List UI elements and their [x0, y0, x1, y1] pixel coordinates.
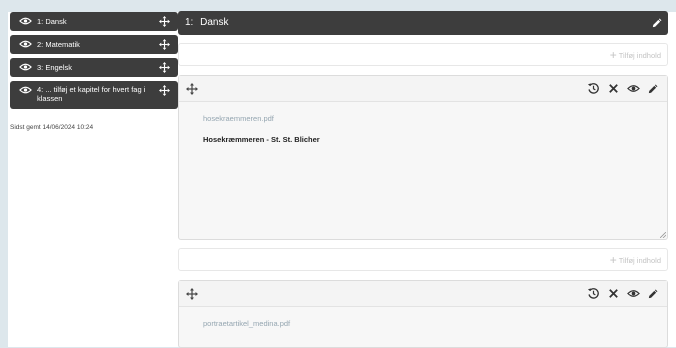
card-body[interactable]: portraetartikel_medina.pdf	[179, 307, 667, 347]
document-title: Hosekræmmeren - St. St. Blicher	[203, 135, 320, 144]
plus-icon: +	[609, 253, 617, 267]
add-content-button[interactable]: + Tilføj indhold	[609, 48, 661, 62]
file-name[interactable]: hosekraemmeren.pdf	[203, 114, 643, 123]
pencil-icon[interactable]	[647, 287, 660, 300]
add-content-label: Tilføj indhold	[618, 50, 661, 60]
card-toolbar	[179, 76, 667, 102]
file-name[interactable]: portraetartikel_medina.pdf	[203, 319, 643, 328]
eye-icon[interactable]	[19, 63, 32, 71]
move-icon[interactable]	[186, 83, 198, 95]
history-icon[interactable]	[587, 82, 600, 95]
chapter-label: 4: ... tilføj et kapitel for hvert fag i…	[37, 85, 146, 103]
eye-icon[interactable]	[19, 86, 32, 94]
history-icon[interactable]	[587, 287, 600, 300]
move-icon[interactable]	[159, 85, 170, 96]
sidebar-chapter-add-hint[interactable]: 4: ... tilføj et kapitel for hvert fag i…	[10, 81, 178, 109]
pencil-icon[interactable]	[651, 18, 662, 29]
chapter-title: Dansk	[200, 17, 229, 28]
content-card: portraetartikel_medina.pdf	[178, 280, 668, 348]
eye-icon[interactable]	[627, 287, 640, 300]
add-content-row[interactable]: + Tilføj indhold	[178, 248, 668, 271]
card-toolbar	[179, 281, 667, 307]
move-icon[interactable]	[159, 62, 170, 73]
move-icon[interactable]	[159, 39, 170, 50]
sidebar-chapter-dansk[interactable]: 1: Dansk	[10, 12, 178, 31]
chapter-label: 2: Matematik	[37, 40, 80, 49]
chapter-label: 1: Dansk	[37, 17, 67, 26]
add-content-row[interactable]: + Tilføj indhold	[178, 43, 668, 66]
eye-icon[interactable]	[19, 40, 32, 48]
pencil-icon[interactable]	[647, 82, 660, 95]
resize-handle-icon[interactable]	[660, 232, 666, 238]
content-card: hosekraemmeren.pdf Hosekræmmeren - St. S…	[178, 75, 668, 240]
chapter-header: 1: Dansk	[178, 11, 668, 35]
last-saved-status: Sidst gemt 14/06/2024 10:24	[10, 124, 94, 131]
close-icon[interactable]	[607, 287, 620, 300]
chapter-editor: 1: Dansk + Tilføj indhold hosekraemmeren…	[178, 11, 668, 348]
eye-icon[interactable]	[19, 17, 32, 25]
chapter-sidebar: 1: Dansk 2: Matematik 3: Engelsk 4: ... …	[10, 12, 178, 131]
add-content-label: Tilføj indhold	[618, 255, 661, 265]
eye-icon[interactable]	[627, 82, 640, 95]
sidebar-chapter-matematik[interactable]: 2: Matematik	[10, 35, 178, 54]
chapter-label: 3: Engelsk	[37, 63, 73, 72]
chapter-number: 1:	[185, 17, 194, 28]
card-body[interactable]: hosekraemmeren.pdf Hosekræmmeren - St. S…	[179, 102, 667, 239]
close-icon[interactable]	[607, 82, 620, 95]
move-icon[interactable]	[159, 16, 170, 27]
sidebar-chapter-engelsk[interactable]: 3: Engelsk	[10, 58, 178, 77]
add-content-button[interactable]: + Tilføj indhold	[609, 253, 661, 267]
move-icon[interactable]	[186, 288, 198, 300]
plus-icon: +	[609, 48, 617, 62]
